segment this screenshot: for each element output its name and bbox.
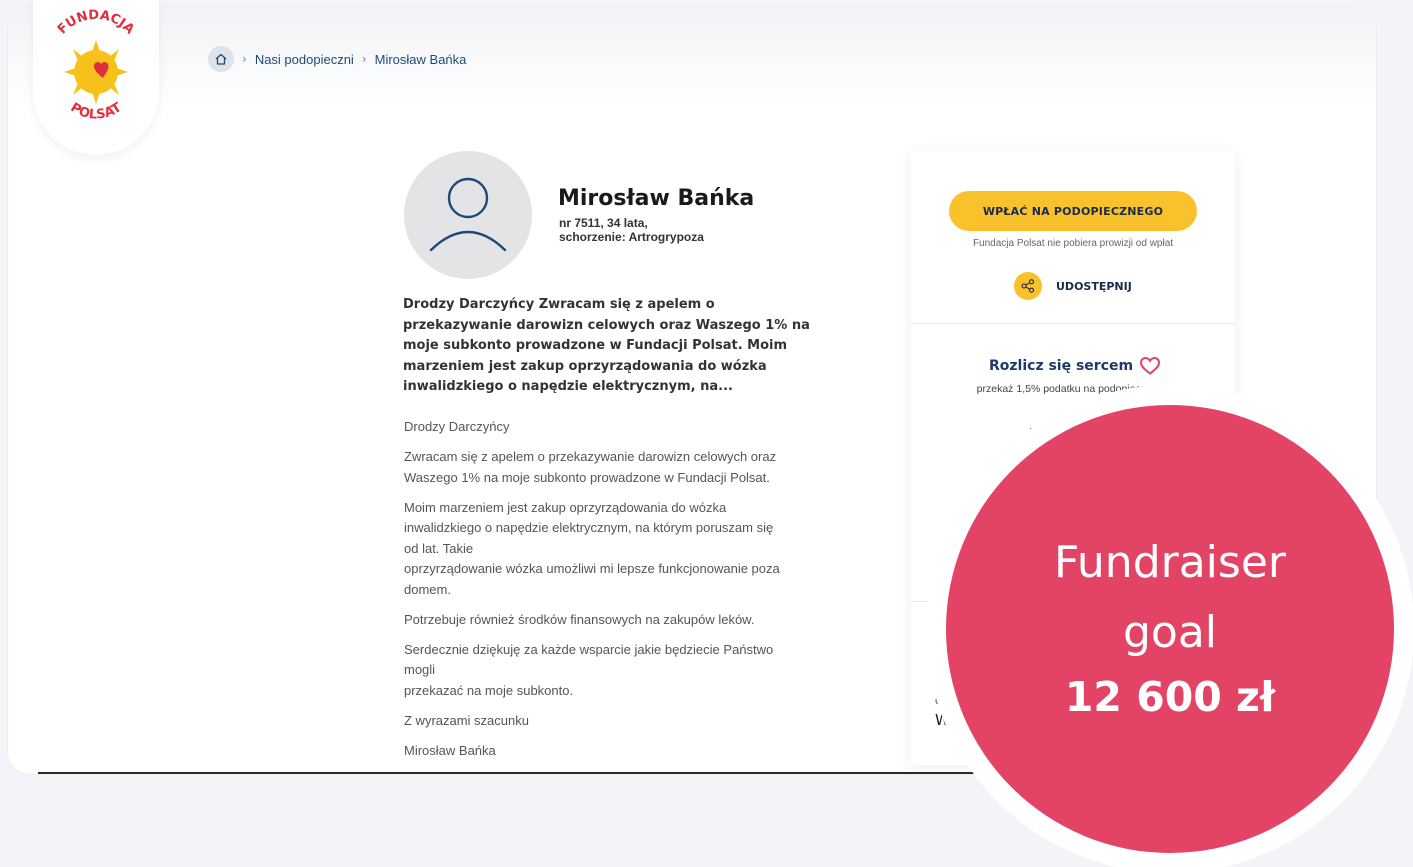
person-name: Mirosław Bańka <box>558 186 755 211</box>
chevron-right-icon: › <box>361 52 367 66</box>
chevron-right-icon: › <box>242 52 247 66</box>
paragraph: Mirosław Bańka <box>404 741 834 762</box>
description-body: Drodzy Darczyńcy Zwracam się z apelem o … <box>404 417 834 771</box>
user-icon <box>429 177 507 252</box>
content-bottom-border <box>38 772 1038 774</box>
person-meta: nr 7511, 34 lata, schorzenie: Artrogrypo… <box>559 216 704 244</box>
text-line: inwalidzkiego o napędzie elektrycznym, n… <box>404 520 774 535</box>
tax-section-title: Rozlicz się sercem <box>989 356 1161 376</box>
text-line: od lat. Takie <box>404 540 474 556</box>
text-line: Z wyrazami szacunku <box>404 712 529 728</box>
breadcrumb-item-podopieczni[interactable]: Nasi podopieczni <box>255 52 354 67</box>
heart-icon <box>1140 356 1161 375</box>
goal-label: Fundraiser goal <box>946 528 1394 668</box>
divider <box>911 323 1235 324</box>
share-icon <box>1014 272 1042 300</box>
svg-text:FUNDACJA: FUNDACJA <box>55 8 137 38</box>
person-meta-number: nr 7511, 34 lata, <box>559 216 648 230</box>
breadcrumb-item-current: Mirosław Bańka <box>374 51 467 67</box>
text-line: Zwracam się z apelem o przekazywanie dar… <box>404 449 777 464</box>
goal-label-line1: Fundraiser <box>1054 537 1286 588</box>
paragraph: Serdecznie dziękuję za każde wsparcie ja… <box>404 640 834 702</box>
text-line: oprzyrządowanie wózka umożliwi mi lepsze… <box>404 561 780 576</box>
logo-top-text: FUNDACJA <box>55 8 137 38</box>
fundacja-polsat-logo[interactable]: FUNDACJA POLSAT <box>33 0 159 155</box>
text-line: domem. <box>404 581 451 597</box>
lead-paragraph: Drodzy Darczyńcy Zwracam się z apelem o … <box>403 295 823 398</box>
text-line: przekazać na moje subkonto. <box>404 682 574 698</box>
paragraph: Moim marzeniem jest zakup oprzyrządowani… <box>404 498 834 601</box>
paragraph: Zwracam się z apelem o przekazywanie dar… <box>404 447 834 488</box>
text-line: Drodzy Darczyńcy <box>404 419 510 434</box>
sun-logo-icon: FUNDACJA POLSAT <box>55 8 137 123</box>
text-line: Serdecznie dziękuję za każde wsparcie ja… <box>404 641 774 657</box>
home-icon[interactable] <box>208 46 234 72</box>
goal-label-line2: goal <box>1122 607 1218 658</box>
avatar <box>404 151 532 279</box>
person-meta-condition: schorzenie: Artrogrypoza <box>559 230 704 244</box>
text-line: Waszego 1% na moje subkonto prowadzone w… <box>404 469 770 485</box>
tax-title-text: Rozlicz się sercem <box>989 358 1134 374</box>
text-line: Moim marzeniem jest zakup oprzyrządowani… <box>404 499 727 515</box>
paragraph: Drodzy Darczyńcy <box>404 417 834 438</box>
share-button[interactable]: UDOSTĘPNIJ <box>1014 272 1132 300</box>
goal-amount: 12 600 zł <box>1064 673 1276 721</box>
paragraph: Z wyrazami szacunku <box>404 711 834 732</box>
fundraiser-goal-badge: Fundraiser goal 12 600 zł <box>946 405 1394 853</box>
breadcrumb: › Nasi podopieczni › Mirosław Bańka <box>208 46 466 72</box>
lead-line: elektrycznym, na... <box>592 379 733 394</box>
donate-button[interactable]: WPŁAĆ NA PODOPIECZNEGO <box>949 191 1197 231</box>
text-line: Potrzebuje również środków finansowych n… <box>404 611 755 627</box>
text-line: mogli <box>404 662 436 677</box>
share-label: UDOSTĘPNIJ <box>1056 279 1132 293</box>
no-fee-note: Fundacja Polsat nie pobiera prowizji od … <box>972 238 1174 249</box>
text-line: Mirosław Bańka <box>404 742 496 758</box>
paragraph: Potrzebuje również środków finansowych n… <box>404 610 834 631</box>
